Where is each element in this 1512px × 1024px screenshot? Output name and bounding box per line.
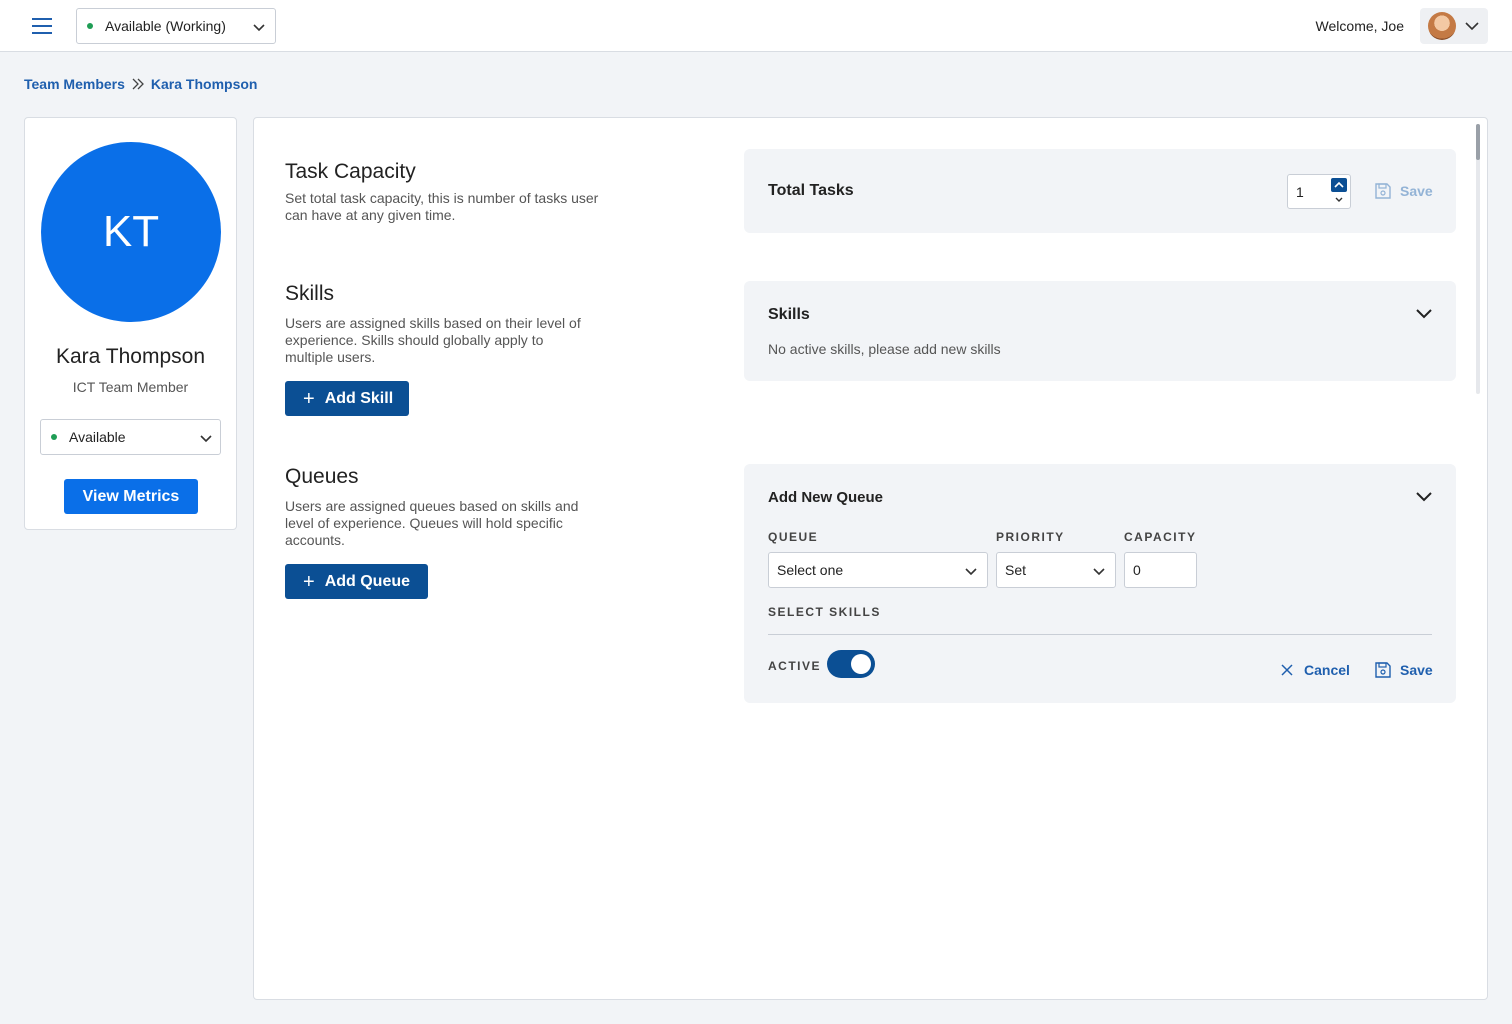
total-tasks-save-button[interactable]: Save: [1374, 182, 1433, 200]
select-skills-label: SELECT SKILLS: [768, 605, 881, 619]
main-scrollbar[interactable]: [1476, 124, 1480, 394]
queue-field-label: QUEUE: [768, 530, 819, 544]
profile-status-value: Available: [69, 429, 126, 445]
total-tasks-stepper[interactable]: 1: [1287, 174, 1351, 209]
skills-collapse-chevron-icon[interactable]: [1414, 303, 1434, 323]
add-new-queue-title: Add New Queue: [768, 489, 884, 506]
add-queue-label: Add Queue: [324, 572, 411, 590]
queue-cancel-label: Cancel: [1304, 662, 1350, 678]
active-toggle[interactable]: [827, 650, 875, 678]
skills-title: Skills: [285, 282, 335, 305]
add-new-queue-panel: Add New Queue QUEUE PRIORITY CAPACITY Se…: [744, 464, 1456, 703]
skills-empty-message: No active skills, please add new skills: [768, 341, 1001, 357]
task-capacity-title: Task Capacity: [285, 160, 416, 183]
chevron-down-icon: [253, 24, 265, 32]
double-chevron-right-icon: [132, 78, 144, 90]
capacity-input[interactable]: [1124, 552, 1197, 588]
hamburger-menu-icon[interactable]: [28, 14, 58, 38]
priority-field-label: PRIORITY: [996, 530, 1065, 544]
capacity-field-label: CAPACITY: [1124, 530, 1197, 544]
queue-select-value: Select one: [777, 562, 844, 578]
stepper-up-icon[interactable]: [1331, 178, 1347, 192]
task-capacity-description: Set total task capacity, this is number …: [285, 190, 599, 223]
close-icon: [1281, 664, 1293, 676]
user-menu-button[interactable]: [1420, 8, 1488, 44]
top-bar: Available (Working) Welcome, Joe: [0, 0, 1512, 52]
queues-title: Queues: [285, 465, 359, 488]
total-tasks-value: 1: [1296, 184, 1304, 200]
chevron-down-icon: [1093, 568, 1105, 576]
queue-collapse-chevron-icon[interactable]: [1414, 486, 1434, 506]
skills-panel-title: Skills: [768, 306, 810, 323]
skills-description: Users are assigned skills based on their…: [285, 315, 581, 365]
queue-select[interactable]: Select one: [768, 552, 988, 588]
user-avatar: [1428, 12, 1456, 40]
add-queue-button[interactable]: + Add Queue: [285, 564, 428, 599]
availability-status-select[interactable]: Available (Working): [76, 8, 276, 44]
breadcrumb-current-link[interactable]: Kara Thompson: [151, 76, 258, 92]
active-label: ACTIVE: [768, 659, 822, 673]
stepper-down-icon[interactable]: [1331, 193, 1347, 207]
total-tasks-title: Total Tasks: [768, 182, 854, 199]
queues-description: Users are assigned queues based on skill…: [285, 498, 579, 548]
queue-save-label: Save: [1400, 662, 1433, 678]
save-icon: [1375, 183, 1391, 199]
profile-card: KT Kara Thompson ICT Team Member Availab…: [24, 117, 237, 530]
plus-icon: +: [303, 387, 315, 410]
profile-role: ICT Team Member: [72, 379, 189, 395]
status-dot-icon: [87, 23, 93, 29]
availability-status-value: Available (Working): [105, 18, 226, 34]
queue-save-button[interactable]: Save: [1374, 661, 1433, 679]
total-tasks-save-label: Save: [1400, 183, 1433, 199]
profile-status-select[interactable]: Available: [40, 419, 221, 455]
profile-avatar: KT: [41, 142, 221, 322]
add-skill-label: Add Skill: [324, 389, 394, 407]
profile-name: Kara Thompson: [55, 345, 206, 368]
breadcrumb-team-members-link[interactable]: Team Members: [24, 76, 125, 92]
priority-select[interactable]: Set: [996, 552, 1116, 588]
chevron-down-icon: [1465, 22, 1479, 31]
skills-panel: Skills No active skills, please add new …: [744, 281, 1456, 381]
plus-icon: +: [303, 570, 315, 593]
queue-divider: [768, 634, 1432, 635]
status-dot-icon: [51, 434, 57, 440]
view-metrics-button[interactable]: View Metrics: [64, 479, 198, 514]
welcome-text: Welcome, Joe: [1315, 18, 1404, 34]
add-skill-button[interactable]: + Add Skill: [285, 381, 409, 416]
chevron-down-icon: [965, 568, 977, 576]
priority-select-value: Set: [1005, 562, 1027, 578]
breadcrumb: Team Members Kara Thompson: [24, 76, 257, 92]
queue-cancel-button[interactable]: Cancel: [1280, 662, 1350, 678]
toggle-knob: [851, 654, 871, 674]
chevron-down-icon: [200, 435, 212, 443]
total-tasks-panel: Total Tasks 1 Save: [744, 149, 1456, 233]
save-icon: [1375, 662, 1391, 678]
scrollbar-thumb[interactable]: [1476, 124, 1480, 160]
